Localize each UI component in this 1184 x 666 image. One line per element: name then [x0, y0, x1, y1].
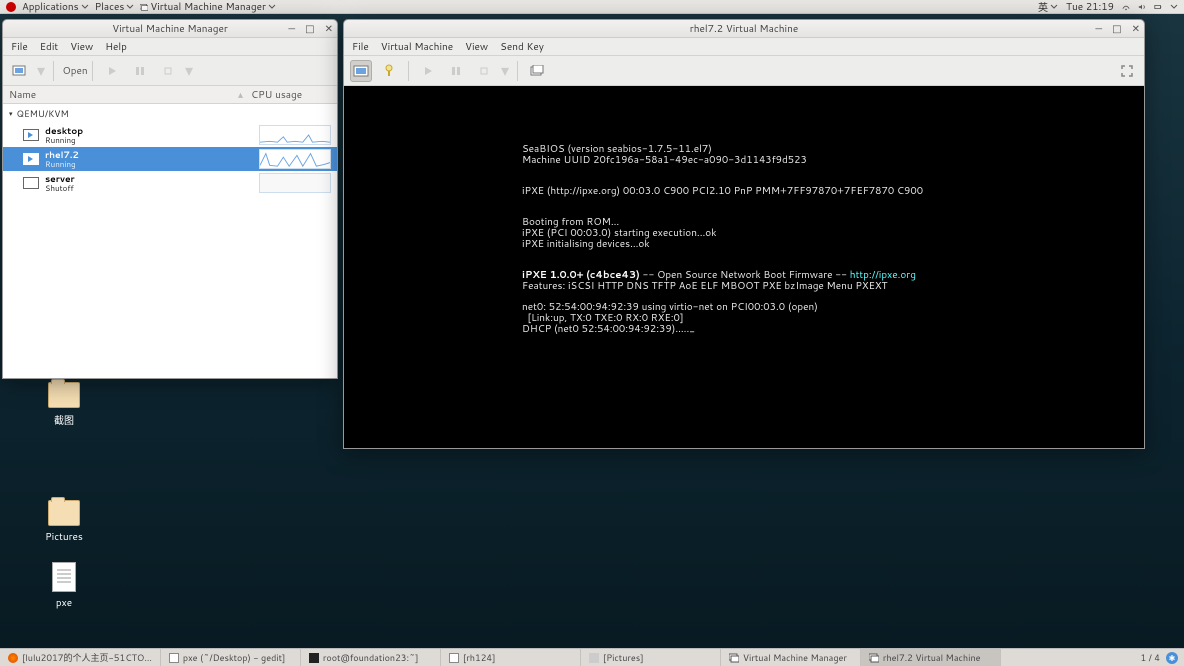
- menu-edit[interactable]: Edit: [40, 40, 58, 54]
- shutdown-button[interactable]: [157, 60, 179, 82]
- network-icon[interactable]: [1122, 3, 1130, 11]
- vm-row-server[interactable]: serverShutoff: [3, 171, 337, 195]
- task-pictures[interactable]: [Pictures]: [581, 649, 721, 666]
- vm-state-icon: [23, 153, 39, 165]
- minimize-button[interactable]: —: [1095, 24, 1102, 34]
- vmm-toolbar: ▾ Open ▾: [3, 56, 337, 86]
- activities-icon[interactable]: [6, 2, 16, 12]
- firefox-icon: [8, 653, 18, 663]
- vmcon-toolbar: ▾: [344, 56, 1144, 86]
- terminal-icon: [309, 653, 319, 663]
- task-vmm[interactable]: Virtual Machine Manager: [721, 649, 861, 666]
- menu-vm[interactable]: Virtual Machine: [381, 40, 453, 54]
- maximize-button[interactable]: □: [305, 24, 314, 34]
- vm-state-icon: [23, 129, 39, 141]
- window-title: rhel7.2 Virtual Machine: [690, 22, 798, 36]
- fullscreen-button[interactable]: [1116, 60, 1138, 82]
- files-icon: [589, 653, 599, 663]
- system-menu-icon[interactable]: [1170, 3, 1178, 11]
- shutdown-button[interactable]: [473, 60, 495, 82]
- open-vm-button[interactable]: Open: [62, 60, 84, 82]
- menu-view[interactable]: View: [465, 40, 488, 54]
- window-title: Virtual Machine Manager: [112, 22, 228, 36]
- console-output: SeaBIOS (version seabios-1.7.5-11.el7) M…: [522, 144, 923, 335]
- vm-row-desktop[interactable]: desktopRunning: [3, 123, 337, 147]
- task-gedit[interactable]: pxe (~/Desktop) - gedit]: [161, 649, 301, 666]
- connection-row[interactable]: QEMU/KVM: [3, 104, 337, 123]
- applications-menu[interactable]: Applications: [22, 0, 89, 14]
- maximize-button[interactable]: □: [1112, 24, 1121, 34]
- vmm-list-header: Name ▴ CPU usage: [3, 86, 337, 104]
- vm-state-icon: [23, 177, 39, 189]
- pause-button[interactable]: [445, 60, 467, 82]
- run-button[interactable]: [417, 60, 439, 82]
- folder-icon: [48, 500, 80, 526]
- gedit-icon: [169, 653, 179, 663]
- task-rh124[interactable]: [rh124]: [441, 649, 581, 666]
- menu-sendkey[interactable]: Send Key: [500, 40, 544, 54]
- desktop-folder-pictures[interactable]: Pictures: [34, 500, 94, 544]
- ime-indicator[interactable]: 英: [1038, 0, 1058, 15]
- column-name[interactable]: Name: [9, 88, 238, 102]
- column-cpu[interactable]: CPU usage: [251, 88, 331, 102]
- gnome-top-panel: Applications Places Virtual Machine Mana…: [0, 0, 1184, 14]
- task-vmconsole[interactable]: rhel7.2 Virtual Machine: [861, 649, 1001, 666]
- vmm-icon: [729, 653, 739, 663]
- close-button[interactable]: ✕: [325, 24, 333, 34]
- clock[interactable]: Tue 21:19: [1066, 0, 1114, 14]
- vmcon-titlebar[interactable]: rhel7.2 Virtual Machine — □ ✕: [344, 20, 1144, 38]
- close-button[interactable]: ✕: [1132, 24, 1140, 34]
- a11y-icon[interactable]: ✱: [1166, 652, 1178, 664]
- desktop-file-pxe[interactable]: pxe: [34, 562, 94, 610]
- task-firefox[interactable]: [lulu2017的个人主页-51CTO…: [0, 649, 161, 666]
- desktop-label: 截图: [34, 412, 94, 428]
- app-menu[interactable]: Virtual Machine Manager: [140, 0, 276, 14]
- cpu-sparkline: [259, 125, 331, 145]
- vm-row-rhel72[interactable]: rhel7.2Running: [3, 147, 337, 171]
- vmm-icon: [140, 3, 148, 11]
- task-terminal[interactable]: root@foundation23:~]: [301, 649, 441, 666]
- details-view-button[interactable]: [378, 60, 400, 82]
- menu-help[interactable]: Help: [105, 40, 127, 54]
- file-icon: [52, 562, 76, 592]
- menu-file[interactable]: File: [352, 40, 369, 54]
- doc-icon: [449, 653, 459, 663]
- battery-icon[interactable]: [1154, 3, 1162, 11]
- minimize-button[interactable]: —: [288, 24, 295, 34]
- menu-file[interactable]: File: [11, 40, 28, 54]
- desktop-label: Pictures: [34, 530, 94, 544]
- places-menu[interactable]: Places: [95, 0, 135, 14]
- menu-view[interactable]: View: [70, 40, 93, 54]
- desktop-label: pxe: [34, 596, 94, 610]
- vmm-titlebar[interactable]: Virtual Machine Manager — □ ✕: [3, 20, 337, 38]
- vm-console-window: rhel7.2 Virtual Machine — □ ✕ File Virtu…: [343, 19, 1145, 449]
- console-view-button[interactable]: [350, 60, 372, 82]
- cpu-sparkline: [259, 173, 331, 193]
- snapshot-button[interactable]: [526, 60, 548, 82]
- vmm-menubar: File Edit View Help: [3, 38, 337, 56]
- desktop-folder-screenshot[interactable]: 截图: [34, 382, 94, 428]
- vmm-list[interactable]: QEMU/KVM desktopRunning rhel7.2Running s…: [3, 104, 337, 378]
- folder-icon: [48, 382, 80, 408]
- new-vm-button[interactable]: [9, 60, 31, 82]
- pause-button[interactable]: [129, 60, 151, 82]
- bottom-taskbar: [lulu2017的个人主页-51CTO… pxe (~/Desktop) - …: [0, 648, 1184, 666]
- vm-console[interactable]: SeaBIOS (version seabios-1.7.5-11.el7) M…: [344, 86, 1144, 448]
- vmm-window: Virtual Machine Manager — □ ✕ File Edit …: [2, 19, 338, 379]
- workspace-indicator[interactable]: 1 / 4 ✱: [1134, 649, 1184, 666]
- vmcon-menubar: File Virtual Machine View Send Key: [344, 38, 1144, 56]
- vmm-icon: [869, 653, 879, 663]
- run-button[interactable]: [101, 60, 123, 82]
- volume-icon[interactable]: [1138, 3, 1146, 11]
- cpu-sparkline: [259, 149, 331, 169]
